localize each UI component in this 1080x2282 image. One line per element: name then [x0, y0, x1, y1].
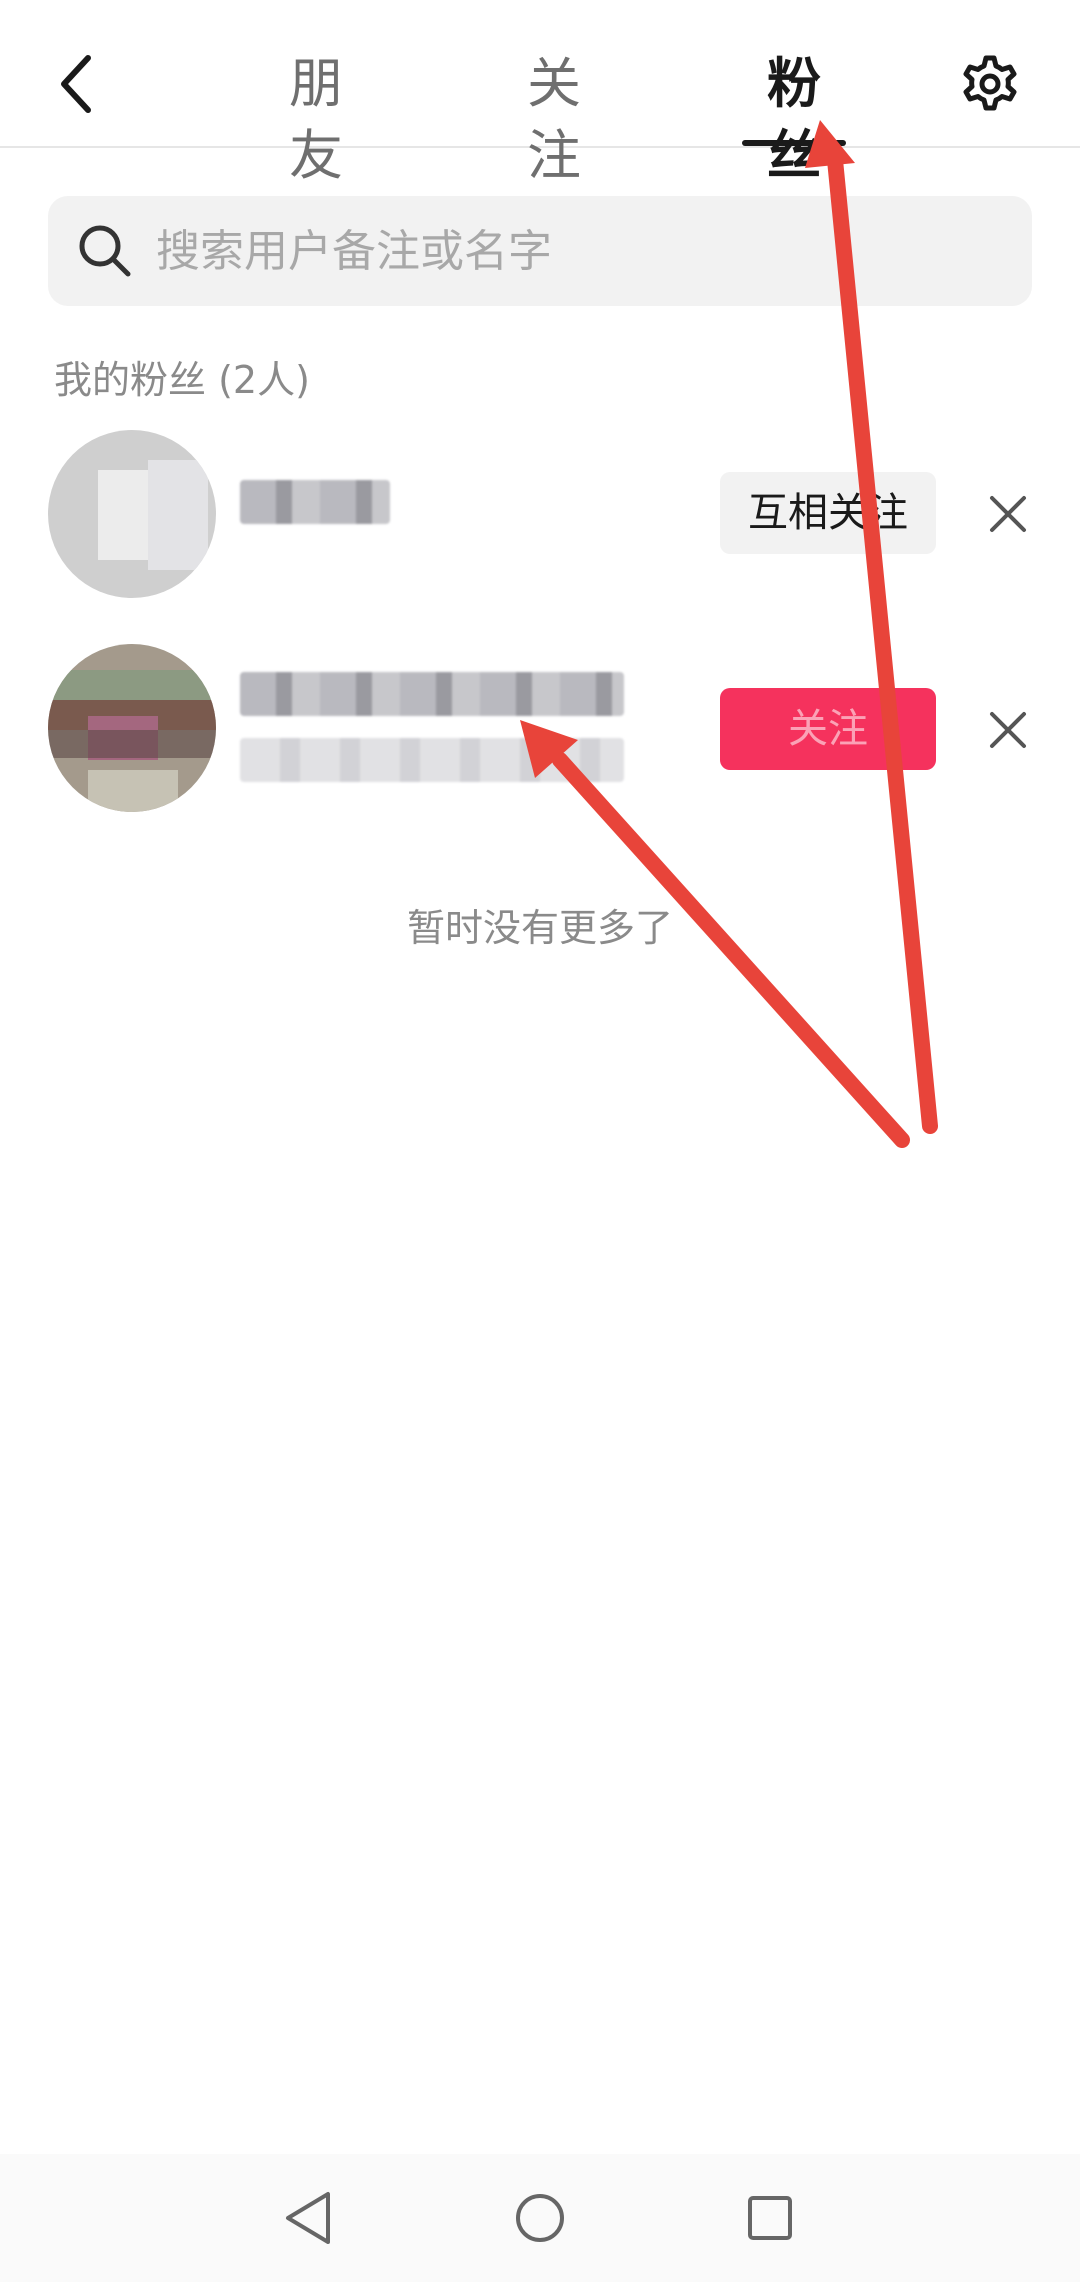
back-triangle-icon [286, 2192, 330, 2244]
mutual-follow-button[interactable]: 互相关注 [720, 472, 936, 554]
followers-count-label: 我的粉丝 (2人) [54, 358, 310, 402]
system-home-button[interactable] [504, 2182, 576, 2254]
username-blurred [240, 672, 624, 782]
follower-row[interactable]: 关注 [0, 644, 1080, 814]
tab-following[interactable]: 关注 [502, 48, 606, 187]
recents-square-icon [748, 2196, 792, 2240]
search-input[interactable] [156, 196, 1006, 306]
end-of-list-text: 暂时没有更多了 [406, 906, 673, 950]
home-circle-icon [516, 2194, 564, 2242]
tab-friends[interactable]: 朋友 [264, 48, 368, 187]
system-back-button[interactable] [272, 2182, 344, 2254]
back-button[interactable] [46, 48, 106, 120]
system-recents-button[interactable] [734, 2182, 806, 2254]
system-navigation-bar [0, 2154, 1080, 2282]
follow-back-button[interactable]: 关注 [720, 688, 936, 770]
search-icon [79, 225, 131, 277]
tab-followers[interactable]: 粉丝 [742, 48, 846, 187]
username-blurred [240, 480, 390, 524]
top-navigation-bar: 朋友 关注 粉丝 [0, 0, 1080, 187]
close-icon [990, 712, 1026, 748]
close-icon [990, 496, 1026, 532]
search-bar[interactable] [48, 196, 1032, 306]
settings-button[interactable] [958, 52, 1022, 116]
avatar[interactable] [48, 644, 216, 812]
chevron-left-icon [61, 55, 91, 113]
followers-screen: 朋友 关注 粉丝 我的粉丝 (2人) 互相关注 [0, 0, 1080, 2282]
follower-row[interactable]: 互相关注 [0, 430, 1080, 600]
gear-icon [963, 55, 1017, 111]
remove-follower-button[interactable] [980, 702, 1036, 758]
annotation-arrows [520, 120, 938, 1148]
avatar[interactable] [48, 430, 216, 598]
active-tab-indicator [742, 140, 846, 146]
remove-follower-button[interactable] [980, 486, 1036, 542]
